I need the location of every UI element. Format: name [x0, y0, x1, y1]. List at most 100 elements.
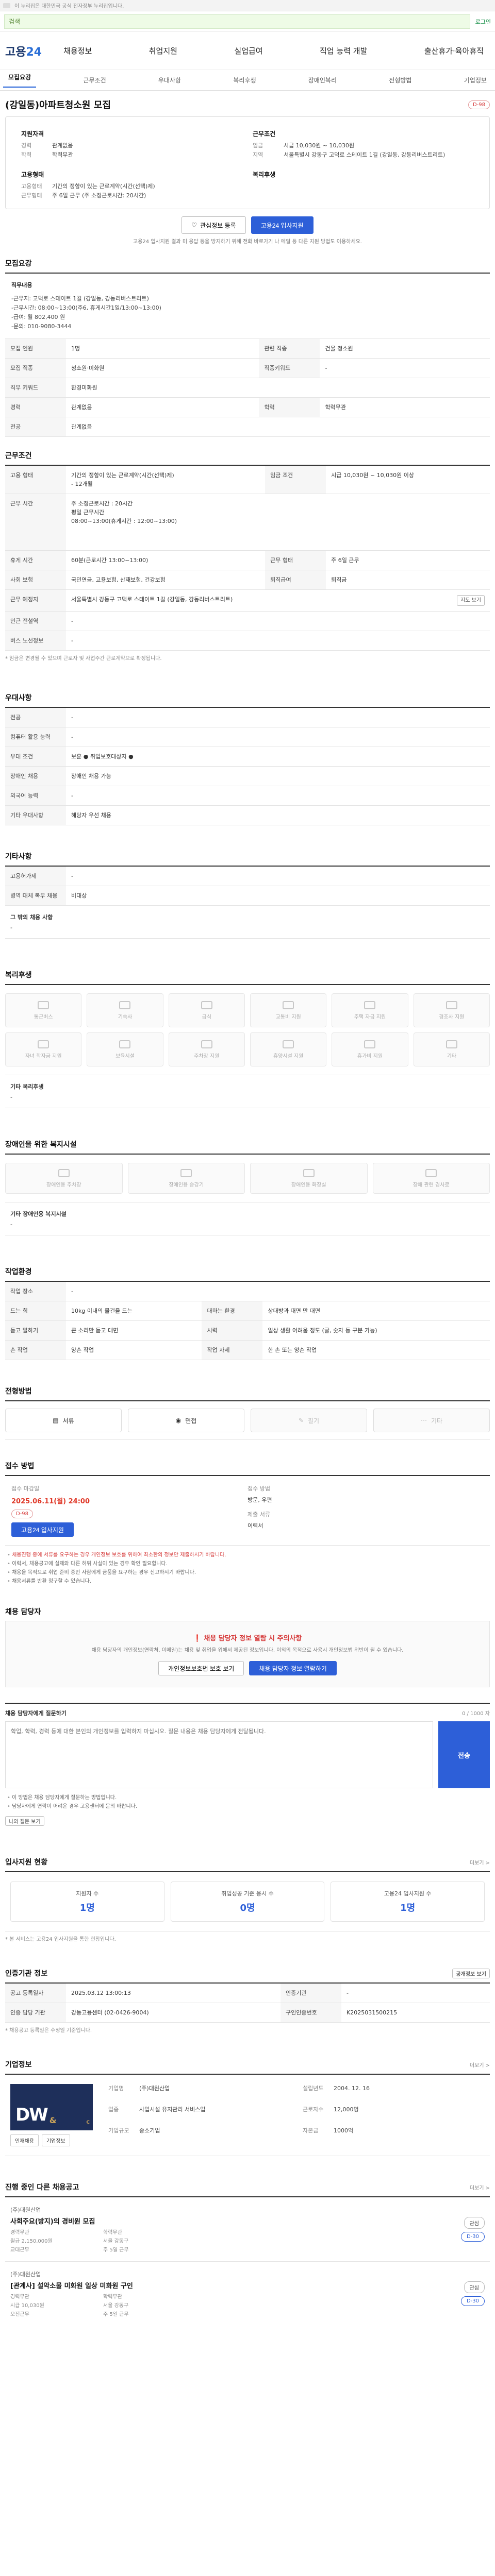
apply-deadline-col: 접수 마감일 2025.06.11(월) 24:00 D-98 고용24 입사지… [11, 1484, 248, 1537]
table-row: 장애인 채용 장애인 채용 가능 [5, 766, 490, 786]
apply-title: 접수 방법 [5, 1462, 35, 1470]
desc-line: -근무시간: 08:00~13:00(주6, 휴게시간1일/13:00~13:0… [11, 304, 161, 311]
disability-etc: 기타 장애인용 복지시설 - [5, 1202, 490, 1235]
privacy-button[interactable]: 개인정보보호법 보호 보기 [158, 1661, 244, 1675]
table-row: 사회 보험 국민연금, 고용보험, 산재보험, 건강보험 퇴직급여 퇴직금 [5, 570, 490, 590]
table-row: 고용 형태 기간의 정함이 있는 근로계약(시간(선택)제) - 12개월 임금 조… [5, 465, 490, 494]
selection-step: ▤ 서류 [5, 1409, 122, 1432]
others-more-link[interactable]: 더보기 > [470, 2183, 490, 2191]
apply-notes: 채용진행 중에 서류를 요구하는 경우 개인정보 보호를 위하여 최소한의 정보… [5, 1551, 490, 1586]
search-strip: 검색 로그인 [0, 11, 495, 32]
summary-employ-head: 고용형태 [21, 171, 44, 178]
apply-button-2[interactable]: 고용24 입사지원 [11, 1522, 74, 1537]
conditions-title: 근무조건 [5, 452, 32, 460]
welfare-tile: 보육시설 [87, 1032, 163, 1066]
table-row: 기타 우대사항 해당자 우선 채용 [5, 805, 490, 825]
bookmark-button[interactable]: ♡ 관심정보 등록 [182, 216, 246, 234]
company-info-button[interactable]: 기업정보 [41, 2134, 70, 2146]
company-logo: DW & C [10, 2084, 93, 2130]
inquiry-title: 채용 담당자에게 질문하기 [5, 1710, 67, 1717]
list-item[interactable]: (주)대원산업 사회주요(방지)의 경비원 모집 경력무관 학력무관 월급 2,1… [5, 2196, 490, 2261]
status-card: 고용24 입사지원 수 1명 [331, 1882, 485, 1922]
interview-icon: ◉ [175, 1417, 182, 1424]
site-logo[interactable]: 고용24 [5, 43, 42, 59]
document-icon: ▤ [53, 1417, 59, 1424]
search-input[interactable]: 검색 [4, 14, 470, 29]
other-table: 고용허가제 - 병역 대체 복무 채용 비대상 [5, 866, 490, 906]
job-title: (강일동)아파트청소원 모집 [5, 100, 111, 111]
search-placeholder: 검색 [9, 18, 21, 25]
welfare-tile: 급식 [168, 993, 245, 1027]
company-more-link[interactable]: 더보기 > [470, 2061, 490, 2069]
cert-table: 공고 등록일자 2025.03.12 13:00:13 인증기관 - 인증 담당 기관… [5, 1982, 490, 2023]
desc-title: 직무내용 [11, 282, 32, 289]
status-more-link[interactable]: 더보기 > [470, 1858, 490, 1866]
tab-recruit[interactable]: 모집요강 [3, 73, 37, 88]
dday-chip: D-30 [460, 2296, 485, 2306]
company-jobs-button[interactable]: 인재채용 [10, 2134, 39, 2146]
tab-welfare[interactable]: 복리후생 [228, 76, 261, 84]
parking-icon [201, 1040, 212, 1048]
deadline: 2025.06.11(월) 24:00 [11, 1498, 90, 1505]
table-row: 공고 등록일자 2025.03.12 13:00:13 인증기관 - [5, 1983, 490, 2003]
job-action-buttons: ♡ 관심정보 등록 고용24 입사지원 [5, 216, 490, 234]
table-row: 우대 조건 보훈 ● 취업보호대상자 ● [5, 747, 490, 767]
summary-kv: 지역 서울특별시 강동구 고덕로 스테이트 1길 (강일동, 강동리버스트리트) [253, 151, 446, 158]
site-header: 고용24 채용정보 취업지원 실업급여 직업 능력 개발 출산휴가·육아휴직 [0, 32, 495, 70]
dday-badge: D-98 [468, 100, 490, 109]
table-row: 컴퓨터 활용 능력 - [5, 727, 490, 747]
resort-icon [283, 1040, 294, 1048]
table-row: 근무 예정지 서울특별시 강동구 고덕로 스테이트 1길 (강일동, 강동리버스트… [5, 589, 490, 612]
nav-item-support[interactable]: 취업지원 [143, 42, 184, 59]
table-row: 경력 관계없음 학력 학력무관 [5, 397, 490, 417]
nav-item-leave[interactable]: 출산휴가·육아휴직 [418, 42, 490, 59]
elevator-icon [180, 1168, 192, 1177]
table-row: 병역 대체 복무 채용 비대상 [5, 886, 490, 906]
welfare-tile: 주차장 지원 [168, 1032, 245, 1066]
tab-preferences[interactable]: 우대사항 [153, 76, 186, 84]
send-button[interactable]: 전송 [438, 1721, 490, 1788]
disability-title: 장애인을 위한 복지시설 [5, 1141, 77, 1149]
tab-disability[interactable]: 장애인복리 [303, 76, 342, 84]
summary-kv: 학력 학력무관 [21, 151, 73, 158]
table-row: 인근 전철역 - [5, 611, 490, 631]
nav-item-training[interactable]: 직업 능력 개발 [314, 42, 373, 59]
cert-button[interactable]: 공개정보 보기 [452, 1968, 490, 1978]
table-row: 휴게 시간 60분(근로시간 13:00~13:00) 근무 형태 주 6일 근무 [5, 550, 490, 570]
apply-button[interactable]: 고용24 입사지원 [251, 216, 314, 234]
preferences-table: 전공 - 컴퓨터 활용 능력 - 우대 조건 보훈 ● 취업보호대상자 ● 장애인 채… [5, 707, 490, 825]
summary-right: 근무조건 임금 시급 10,030원 ~ 10,030원 지역 서울특별시 강동구 … [248, 125, 479, 200]
tab-company[interactable]: 기업정보 [459, 76, 492, 84]
my-question-button[interactable]: 나의 질문 보기 [5, 1816, 44, 1826]
ceremony-icon [446, 1001, 457, 1009]
welfare-tile: 교통비 지원 [250, 993, 327, 1027]
status-cards: 지원자 수 1명 취업성공 기준 응시 수 0명 고용24 입사지원 수 1명 [5, 1871, 490, 1931]
welfare-title: 복리후생 [5, 971, 32, 979]
cert-note: * 채용공고 등록일은 수정일 기준입니다. [5, 2028, 92, 2033]
login-link[interactable]: 로그인 [475, 18, 491, 26]
nav-item-jobs[interactable]: 채용정보 [57, 42, 98, 59]
main-nav: 채용정보 취업지원 실업급여 직업 능력 개발 출산휴가·육아휴직 [57, 42, 490, 59]
welfare-etc: 기타 복리후생 - [5, 1075, 490, 1108]
others-title: 진행 중인 다른 채용공고 더보기 > [5, 2183, 490, 2192]
map-button[interactable]: 지도 보기 [457, 595, 485, 606]
table-row: 전공 관계없음 [5, 417, 490, 437]
bookmark-chip[interactable]: 관심 [464, 2281, 485, 2293]
table-row: 손 작업 양손 작업 작업 자세 한 손 또는 양손 작업 [5, 1340, 490, 1360]
welfare-tile: 기타 [413, 1032, 490, 1066]
list-item[interactable]: (주)대원산업 [관계사] 설악소물 미화원 일상 미화원 구인 경력무관 학력무… [5, 2261, 490, 2326]
manager-warn: ❗ 채용 담당자 정보 열람 시 주의사항 [193, 1635, 302, 1642]
restroom-icon [303, 1168, 315, 1177]
tab-conditions[interactable]: 근무조건 [78, 76, 111, 84]
environment-title: 작업환경 [5, 1268, 32, 1276]
bookmark-chip[interactable]: 관심 [464, 2217, 485, 2229]
inquiry-textarea[interactable] [5, 1721, 433, 1788]
nav-item-benefit[interactable]: 실업급여 [228, 42, 269, 59]
view-manager-button[interactable]: 채용 담당자 정보 열람하기 [249, 1661, 337, 1675]
other-note: 그 밖의 채용 사항 - [5, 906, 490, 939]
table-row: 인증 담당 기관 강동고용센터 (02-0426-9004) 구인인증번호 K2025… [5, 2003, 490, 2023]
tab-selection[interactable]: 전형방법 [384, 76, 417, 84]
other-jobs-list: (주)대원산업 사회주요(방지)의 경비원 모집 경력무관 학력무관 월급 2,1… [5, 2196, 490, 2326]
company-box: DW & C 인재채용 기업정보 기업명 (주)대원산업 설립년도 2004. 12. … [5, 2074, 490, 2156]
status-title: 입사지원 현황 더보기 > [5, 1858, 490, 1867]
